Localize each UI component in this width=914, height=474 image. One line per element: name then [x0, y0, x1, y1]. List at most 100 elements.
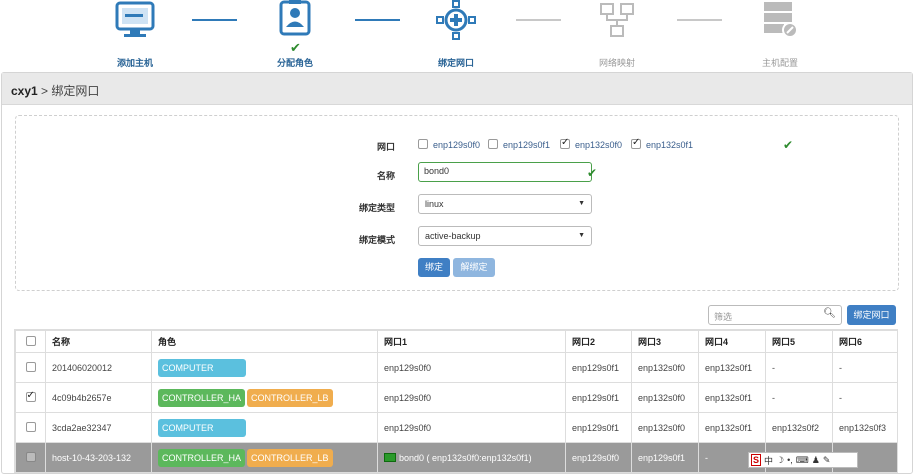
port-cell: enp132s0f0	[631, 352, 699, 383]
port-valid-icon: ✔	[783, 138, 794, 152]
step-bind-port[interactable]: 绑定网口	[406, 0, 506, 68]
step-connector	[192, 19, 237, 21]
port-cell: enp132s0f1	[698, 412, 766, 443]
step-connector	[516, 19, 561, 21]
table-row[interactable]: 3cda2ae32347 COMPUTER enp129s0f0 enp129s…	[15, 412, 897, 443]
breadcrumb-host[interactable]: cxy1	[11, 84, 38, 98]
punctuation-icon[interactable]: •,	[787, 455, 793, 465]
col-port3[interactable]: 网口3	[631, 330, 699, 353]
table-row[interactable]: 4c09b4b2657e CONTROLLER_HACONTROLLER_LB …	[15, 382, 897, 413]
step-assign-role[interactable]: ✔ 分配角色	[245, 0, 345, 68]
port-option-enp129s0f0[interactable]: enp129s0f0	[418, 139, 480, 150]
row-checkbox[interactable]	[25, 390, 36, 402]
port-cell: enp132s0f1	[698, 352, 766, 383]
port-checkbox[interactable]	[560, 137, 570, 149]
row-checkbox[interactable]	[25, 452, 36, 462]
role-tag: COMPUTER	[158, 358, 246, 377]
moon-icon[interactable]: ☽	[776, 455, 784, 466]
id-card-icon	[273, 0, 317, 40]
ime-chinese-mode[interactable]: 中	[764, 454, 773, 467]
step-connector	[677, 19, 722, 21]
role-tag: COMPUTER	[158, 418, 246, 437]
port-cell: -	[765, 382, 833, 413]
port-checkbox[interactable]	[488, 139, 498, 149]
step-host-config[interactable]: 主机配置	[730, 0, 830, 68]
port-cell: enp132s0f3	[832, 412, 897, 443]
role-cell: COMPUTER	[151, 412, 378, 443]
network-map-icon	[595, 0, 639, 40]
step-label: 绑定网口	[437, 58, 474, 68]
bind-type-label: 绑定类型	[358, 203, 395, 213]
port-checkbox[interactable]	[418, 139, 428, 149]
row-select-cell[interactable]	[15, 352, 46, 383]
role-tag: CONTROLLER_LB	[247, 448, 333, 467]
row-select-cell[interactable]	[15, 382, 46, 413]
row-checkbox[interactable]	[25, 362, 36, 372]
step-add-host[interactable]: 添加主机	[85, 0, 185, 68]
host-name: host-10-43-203-132	[45, 442, 152, 472]
network-hub-icon	[434, 0, 478, 40]
row-select-cell[interactable]	[15, 412, 46, 443]
bind-type-value: linux	[425, 199, 444, 209]
user-icon[interactable]: ♟	[812, 455, 820, 466]
ime-logo-icon[interactable]: S	[751, 454, 762, 466]
col-name[interactable]: 名称	[45, 330, 152, 353]
page-title: 绑定网口	[51, 84, 100, 98]
unbind-button[interactable]: 解绑定	[453, 258, 495, 277]
host-name: 3cda2ae32347	[45, 412, 152, 443]
col-port5[interactable]: 网口5	[765, 330, 833, 353]
port-cell: enp132s0f0	[631, 382, 699, 413]
step-network-map[interactable]: 网络映射	[567, 0, 667, 68]
port-cell: enp129s0f0	[377, 352, 566, 383]
select-all-checkbox[interactable]	[25, 336, 36, 346]
keyboard-icon[interactable]: ⌨	[796, 455, 809, 466]
bind-mode-label: 绑定模式	[358, 235, 395, 245]
bind-mode-select[interactable]: active-backup ▼	[418, 226, 592, 246]
col-port6[interactable]: 网口6	[832, 330, 897, 353]
col-port4[interactable]: 网口4	[698, 330, 766, 353]
port-cell: enp129s0f1	[565, 352, 632, 383]
col-role[interactable]: 角色	[151, 330, 378, 353]
port-cell: enp129s0f0	[377, 412, 566, 443]
role-cell: CONTROLLER_HA CONTROLLER_LB	[151, 442, 378, 472]
port-checkbox[interactable]	[631, 137, 641, 149]
wrench-icon[interactable]: ✎	[823, 455, 831, 466]
bind-port-button[interactable]: 绑定网口	[847, 305, 896, 325]
bind-type-select[interactable]: linux ▼	[418, 194, 592, 214]
port-cell: enp129s0f0	[565, 442, 632, 472]
role-tag: CONTROLLER_HA	[158, 388, 246, 407]
port-cell: enp129s0f0	[377, 382, 566, 413]
server-config-icon	[758, 0, 802, 40]
port-label: 网口	[376, 142, 395, 152]
bind-button[interactable]: 绑定	[418, 258, 450, 277]
step-label: 分配角色	[276, 58, 313, 68]
role-cell: COMPUTER	[151, 352, 378, 383]
port-cell: -	[832, 382, 897, 413]
port-cell: enp129s0f1	[631, 442, 699, 472]
filter-placeholder: 筛选	[714, 312, 733, 322]
table-header: 名称 角色 网口1 网口2 网口3 网口4 网口5 网口6	[15, 330, 897, 353]
port-cell: enp132s0f1	[698, 382, 766, 413]
port-option-enp132s0f0[interactable]: enp132s0f0	[560, 137, 622, 150]
wizard-steps: 添加主机 ✔ 分配角色 绑定网口 网络映射 主机配置	[0, 0, 914, 70]
role-cell: CONTROLLER_HA CONTROLLER_LB	[151, 382, 378, 413]
table-row[interactable]: 201406020012 COMPUTER enp129s0f0 enp129s…	[15, 352, 897, 383]
ime-toolbar[interactable]: S 中 ☽ •, ⌨ ♟ ✎	[748, 452, 858, 468]
bond-name-input[interactable]: bond0	[418, 162, 592, 182]
port-cell: -	[765, 352, 833, 383]
name-label: 名称	[376, 171, 395, 181]
row-select-cell[interactable]	[15, 442, 46, 472]
port-option-enp132s0f1[interactable]: enp132s0f1	[631, 137, 693, 150]
col-port1[interactable]: 网口1	[377, 330, 566, 353]
row-checkbox[interactable]	[25, 422, 36, 432]
col-port2[interactable]: 网口2	[565, 330, 632, 353]
role-tag: CONTROLLER_LB	[247, 388, 333, 407]
bond-form: 网口 enp129s0f0 enp129s0f1 enp132s0f0 enp1…	[15, 115, 899, 291]
filter-input[interactable]: 筛选 🔍︎	[708, 305, 842, 325]
port-cell[interactable]: bond0 ( enp132s0f0:enp132s0f1)	[377, 442, 566, 472]
select-all-cell[interactable]	[15, 330, 46, 353]
name-valid-icon: ✔	[587, 166, 598, 180]
port-option-enp129s0f1[interactable]: enp129s0f1	[488, 139, 550, 150]
breadcrumb: cxy1 > 绑定网口	[2, 73, 912, 105]
search-icon[interactable]: 🔍︎	[823, 308, 836, 319]
